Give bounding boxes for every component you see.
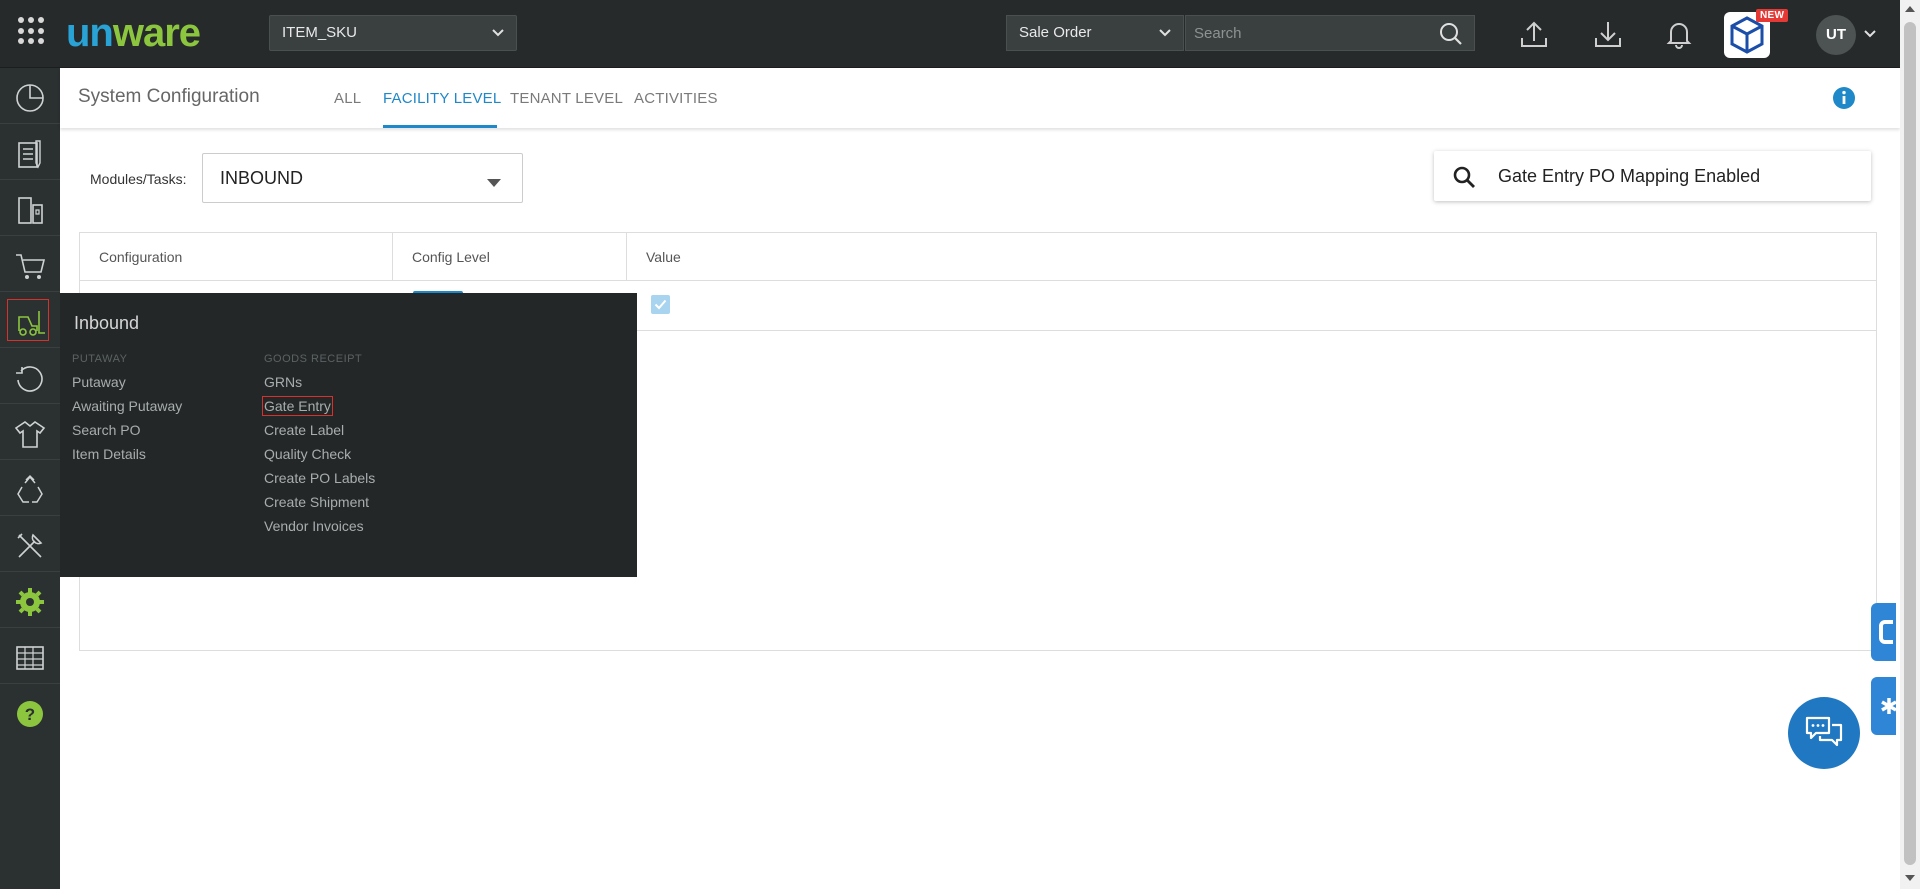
sku-select[interactable]: ITEM_SKU — [269, 15, 517, 51]
side-settings-button[interactable] — [1871, 677, 1896, 735]
inbound-flyout-menu: Inbound PUTAWAY Putaway Awaiting Putaway… — [60, 293, 637, 577]
menu-item-create-po-labels[interactable]: Create PO Labels — [264, 470, 375, 486]
caret-down-icon[interactable] — [487, 179, 501, 187]
new-badge: NEW — [1756, 9, 1789, 22]
cart-icon — [16, 254, 46, 279]
scroll-down-arrow[interactable] — [1905, 875, 1915, 881]
flyout-heading-goods-receipt: GOODS RECEIPT — [264, 353, 363, 365]
chevron-down-icon[interactable] — [1862, 26, 1878, 42]
page-scrollbar[interactable] — [1900, 0, 1920, 889]
column-header-configuration: Configuration — [80, 233, 393, 281]
reports-icon — [16, 646, 44, 670]
modules-label: Modules/Tasks: — [90, 171, 187, 187]
menu-item-item-details[interactable]: Item Details — [72, 446, 146, 462]
flyout-heading-putaway: PUTAWAY — [72, 353, 128, 365]
unware-logo[interactable]: unware — [66, 10, 241, 56]
tab-activities[interactable]: ACTIVITIES — [634, 90, 718, 107]
search-icon — [1453, 166, 1475, 188]
sidebar-item-dashboard[interactable] — [0, 68, 60, 124]
apparel-icon — [14, 421, 46, 448]
recycle-icon — [17, 474, 43, 503]
config-search-input[interactable] — [1498, 163, 1858, 189]
page-title: System Configuration — [78, 86, 260, 107]
active-tab-indicator — [383, 125, 497, 128]
sidebar-item-reports[interactable] — [0, 628, 60, 684]
menu-item-create-shipment[interactable]: Create Shipment — [264, 494, 369, 510]
tab-all[interactable]: ALL — [334, 90, 361, 107]
svg-text:?: ? — [25, 705, 35, 724]
tab-facility-level[interactable]: FACILITY LEVEL — [383, 90, 501, 107]
sidebar-item-returns[interactable] — [0, 348, 60, 404]
sidebar-item-apparel[interactable] — [0, 404, 60, 460]
menu-item-quality-check[interactable]: Quality Check — [264, 446, 351, 462]
menu-item-create-label[interactable]: Create Label — [264, 422, 344, 438]
checkmark-icon — [654, 299, 667, 310]
download-icon[interactable] — [1591, 17, 1625, 51]
sku-select-value: ITEM_SKU — [282, 24, 358, 41]
sidebar-item-help[interactable]: ? — [0, 684, 60, 740]
tab-tenant-level[interactable]: TENANT LEVEL — [510, 90, 623, 107]
search-input[interactable] — [1194, 21, 1434, 45]
sidebar-item-cart[interactable] — [0, 236, 60, 292]
forklift-icon — [18, 311, 45, 336]
sidebar-item-recycle[interactable] — [0, 460, 60, 516]
menu-item-search-po[interactable]: Search PO — [72, 422, 140, 438]
widget-icon — [1879, 620, 1893, 644]
scroll-up-arrow[interactable] — [1905, 6, 1915, 12]
side-widget-button[interactable] — [1871, 603, 1896, 661]
orders-icon — [18, 140, 41, 169]
sidebar-item-tools[interactable] — [0, 516, 60, 572]
help-icon: ? — [17, 701, 43, 727]
menu-item-gate-entry[interactable]: Gate Entry — [262, 396, 333, 416]
dashboard-icon — [16, 84, 44, 112]
info-icon[interactable] — [1832, 86, 1856, 110]
bell-icon[interactable] — [1662, 17, 1696, 51]
search-icon[interactable] — [1438, 21, 1464, 47]
chat-icon — [1805, 716, 1843, 747]
menu-item-awaiting-putaway[interactable]: Awaiting Putaway — [72, 398, 182, 414]
global-search — [1185, 15, 1475, 51]
sidebar-item-warehouse[interactable] — [0, 180, 60, 236]
sidebar-item-inbound[interactable] — [0, 292, 60, 348]
tools-icon — [17, 533, 43, 558]
menu-item-vendor-invoices[interactable]: Vendor Invoices — [264, 518, 364, 534]
flyout-title: Inbound — [74, 313, 140, 333]
asterisk-icon — [1881, 698, 1896, 714]
returns-icon — [16, 366, 43, 392]
chevron-down-icon — [1159, 29, 1171, 37]
chevron-down-icon — [492, 29, 504, 37]
chat-button[interactable] — [1788, 697, 1860, 769]
scroll-thumb[interactable] — [1904, 22, 1916, 865]
order-type-select[interactable]: Sale Order — [1006, 15, 1184, 51]
top-bar: unware ITEM_SKU Sale Order NEW UT — [0, 0, 1900, 68]
warehouse-icon — [18, 197, 43, 224]
config-search — [1434, 151, 1871, 201]
column-header-config-level: Config Level — [393, 233, 627, 281]
upload-icon[interactable] — [1517, 17, 1551, 51]
order-type-value: Sale Order — [1019, 24, 1092, 41]
menu-item-grns[interactable]: GRNs — [264, 374, 302, 390]
value-checkbox[interactable] — [651, 295, 670, 314]
menu-item-putaway[interactable]: Putaway — [72, 374, 126, 390]
modules-select-value: INBOUND — [220, 168, 304, 188]
modules-select[interactable]: INBOUND — [202, 153, 523, 203]
svg-text:unware: unware — [66, 11, 200, 55]
settings-icon — [16, 588, 44, 616]
sidebar-item-settings[interactable] — [0, 572, 60, 628]
sidebar: ? — [0, 68, 60, 889]
avatar[interactable]: UT — [1816, 15, 1856, 55]
apps-grid-icon[interactable] — [18, 17, 46, 45]
page-header: System Configuration ALL FACILITY LEVEL … — [60, 68, 1900, 128]
sidebar-item-orders[interactable] — [0, 124, 60, 180]
column-header-value: Value — [627, 233, 1876, 281]
